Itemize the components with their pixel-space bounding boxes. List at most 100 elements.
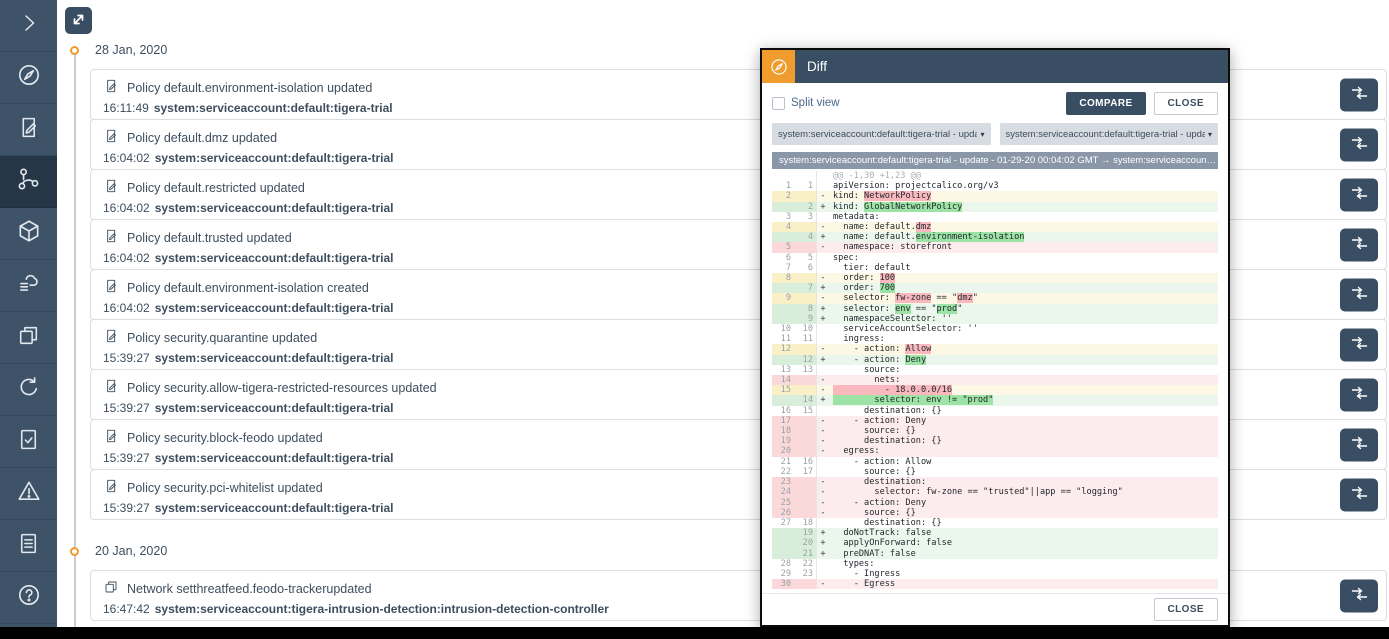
compare-arrows-icon — [1351, 137, 1368, 153]
event-account: system:serviceaccount:default:tigera-tri… — [155, 451, 394, 465]
open-diff-button[interactable] — [1340, 378, 1378, 411]
open-diff-button[interactable] — [1340, 328, 1378, 361]
diff-modal-header: Diff — [762, 50, 1228, 83]
compare-button[interactable]: COMPARE — [1066, 92, 1145, 115]
diff-row: 20+ applyOnForward: false — [772, 538, 1218, 548]
sidebar-item-reports[interactable] — [0, 520, 57, 572]
diff-row: 19- destination: {} — [772, 436, 1218, 446]
policy-edit-icon — [103, 178, 119, 197]
compare-arrows-icon — [1351, 337, 1368, 353]
cloud-layers-icon — [16, 270, 42, 301]
event-time: 15:39:27 — [103, 501, 150, 515]
sidebar-item-sync[interactable] — [0, 364, 57, 416]
diff-row: 9+ namespaceSelector: '' — [772, 314, 1218, 324]
diff-row: 8+ selector: env == "prod" — [772, 304, 1218, 314]
policy-edit-icon — [103, 128, 119, 147]
open-diff-button[interactable] — [1340, 278, 1378, 311]
event-title: Policy security.allow-tigera-restricted-… — [127, 381, 437, 395]
split-view-label: Split view — [791, 97, 840, 109]
diff-row: 12+ - action: Deny — [772, 355, 1218, 365]
policy-edit-icon — [103, 228, 119, 247]
right-revision-select[interactable]: system:serviceaccount:default:tigera-tri… — [1000, 123, 1219, 145]
date-label: 28 Jan, 2020 — [95, 43, 167, 57]
sidebar-item-cloud[interactable] — [0, 260, 57, 312]
sidebar-item-policies[interactable] — [0, 104, 57, 156]
event-title: Policy default.dmz updated — [127, 131, 277, 145]
event-account: system:serviceaccount:default:tigera-tri… — [154, 101, 393, 115]
diff-row: 33metadata: — [772, 212, 1218, 222]
compare-arrows-icon — [1351, 487, 1368, 503]
open-diff-button[interactable] — [1340, 128, 1378, 161]
close-button-top[interactable]: CLOSE — [1154, 92, 1218, 115]
open-diff-button[interactable] — [1340, 228, 1378, 261]
open-diff-button[interactable] — [1340, 78, 1378, 111]
diff-row: 26- source: {} — [772, 508, 1218, 518]
chevron-right-icon — [17, 11, 41, 40]
sidebar-item-alerts[interactable] — [0, 468, 57, 520]
network-copy-icon — [103, 579, 119, 598]
edit-document-icon — [16, 115, 41, 145]
diff-range-header: system:serviceaccount:default:tigera-tri… — [772, 152, 1218, 169]
event-title: Policy default.restricted updated — [127, 181, 305, 195]
sidebar-item-collapse[interactable] — [0, 0, 57, 52]
sidebar-item-compliance[interactable] — [0, 416, 57, 468]
sidebar-item-help[interactable] — [0, 572, 57, 624]
event-title: Policy security.block-feodo updated — [127, 431, 323, 445]
left-revision-select[interactable]: system:serviceaccount:default:tigera-tri… — [772, 123, 991, 145]
diff-row: @@ -1,30 +1,23 @@ — [772, 171, 1218, 181]
diff-row: 2923 - Ingress — [772, 569, 1218, 579]
event-title: Policy default.trusted updated — [127, 231, 292, 245]
diff-modal-footer: CLOSE — [762, 593, 1228, 625]
sidebar-item-namespaces[interactable] — [0, 312, 57, 364]
diff-row: 11apiVersion: projectcalico.org/v3 — [772, 181, 1218, 191]
close-button-bottom[interactable]: CLOSE — [1154, 598, 1218, 621]
diff-row: 2+kind: GlobalNetworkPolicy — [772, 202, 1218, 212]
open-diff-button[interactable] — [1340, 478, 1378, 511]
diff-row: 1010 serviceAccountSelector: '' — [772, 324, 1218, 334]
sidebar-item-dashboard[interactable] — [0, 52, 57, 104]
event-account: system:serviceaccount:default:tigera-tri… — [155, 151, 394, 165]
compass-logo-icon — [762, 50, 795, 83]
diff-row: 15- - 18.0.0.0/16 — [772, 385, 1218, 395]
expand-button[interactable] — [65, 7, 92, 34]
split-view-checkbox[interactable] — [772, 97, 785, 110]
diff-row: 1111 ingress: — [772, 334, 1218, 344]
open-diff-button[interactable] — [1340, 579, 1378, 612]
diff-row: 19+ doNotTrack: false — [772, 528, 1218, 538]
diff-row: 1615 destination: {} — [772, 406, 1218, 416]
compare-arrows-icon — [1351, 437, 1368, 453]
diff-row: 2217 source: {} — [772, 467, 1218, 477]
diff-row: 65spec: — [772, 253, 1218, 263]
split-view-toggle[interactable]: Split view — [772, 97, 840, 110]
diff-modal-title: Diff — [807, 59, 827, 74]
chevron-down-icon: ▾ — [980, 130, 984, 139]
diff-modal: Diff Split view COMPARE CLOSE system:ser… — [760, 48, 1230, 627]
diff-row: 20- egress: — [772, 446, 1218, 456]
expand-icon — [71, 12, 86, 30]
sidebar-item-audit-timeline[interactable] — [0, 156, 57, 208]
compass-icon — [16, 62, 42, 93]
diff-row: 21+ preDNAT: false — [772, 549, 1218, 559]
diff-row: 18- source: {} — [772, 426, 1218, 436]
open-diff-button[interactable] — [1340, 178, 1378, 211]
sidebar-item-workloads[interactable] — [0, 208, 57, 260]
right-revision-value: system:serviceaccount:default:tigera-tri… — [1006, 129, 1205, 140]
event-time: 15:39:27 — [103, 451, 150, 465]
event-title: Policy security.quarantine updated — [127, 331, 317, 345]
event-account: system:serviceaccount:default:tigera-tri… — [155, 501, 394, 515]
policy-edit-icon — [103, 78, 119, 97]
event-title: Policy default.environment-isolation cre… — [127, 281, 369, 295]
diff-body[interactable]: @@ -1,30 +1,23 @@11apiVersion: projectca… — [772, 171, 1218, 591]
compare-arrows-icon — [1351, 387, 1368, 403]
diff-row: 23- destination: — [772, 477, 1218, 487]
open-diff-button[interactable] — [1340, 428, 1378, 461]
event-account: system:serviceaccount:default:tigera-tri… — [155, 351, 394, 365]
event-time: 16:04:02 — [103, 151, 150, 165]
event-time: 15:39:27 — [103, 351, 150, 365]
diff-row: 2718 destination: {} — [772, 518, 1218, 528]
document-lines-icon — [16, 531, 41, 561]
diff-row: 14+ selector: env != "prod" — [772, 395, 1218, 405]
event-time: 16:47:42 — [103, 602, 150, 616]
compare-arrows-icon — [1351, 287, 1368, 303]
diff-row: 76 tier: default — [772, 263, 1218, 273]
